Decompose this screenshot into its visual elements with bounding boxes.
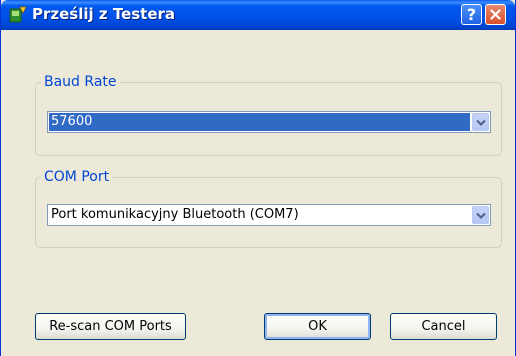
- com-port-combobox[interactable]: Port komunikacyjny Bluetooth (COM7): [47, 204, 491, 226]
- ok-button[interactable]: OK: [264, 313, 371, 340]
- baud-rate-combobox[interactable]: 57600: [47, 111, 491, 133]
- com-port-legend: COM Port: [44, 169, 110, 185]
- chevron-down-icon: [475, 212, 486, 219]
- help-button[interactable]: ?: [461, 4, 482, 25]
- chevron-down-icon: [475, 119, 486, 126]
- com-port-dropdown-button[interactable]: [472, 206, 489, 224]
- title-bar[interactable]: Prześlij z Testera ?: [1, 0, 515, 30]
- window-title: Prześlij z Testera: [32, 5, 176, 23]
- selection-highlight: [49, 113, 470, 131]
- app-icon: [9, 6, 27, 23]
- help-icon: ?: [466, 4, 477, 24]
- rescan-com-ports-button[interactable]: Re-scan COM Ports: [35, 313, 186, 340]
- close-icon: [490, 9, 501, 20]
- baud-rate-value: 57600: [51, 114, 93, 129]
- com-port-value: Port komunikacyjny Bluetooth (COM7): [51, 207, 299, 222]
- baud-rate-legend: Baud Rate: [44, 74, 117, 90]
- close-button[interactable]: [485, 4, 506, 25]
- cancel-button[interactable]: Cancel: [390, 313, 497, 340]
- dialog-window: Prześlij z Testera ? Baud Rate 57600 COM…: [0, 0, 516, 356]
- baud-rate-dropdown-button[interactable]: [472, 113, 489, 131]
